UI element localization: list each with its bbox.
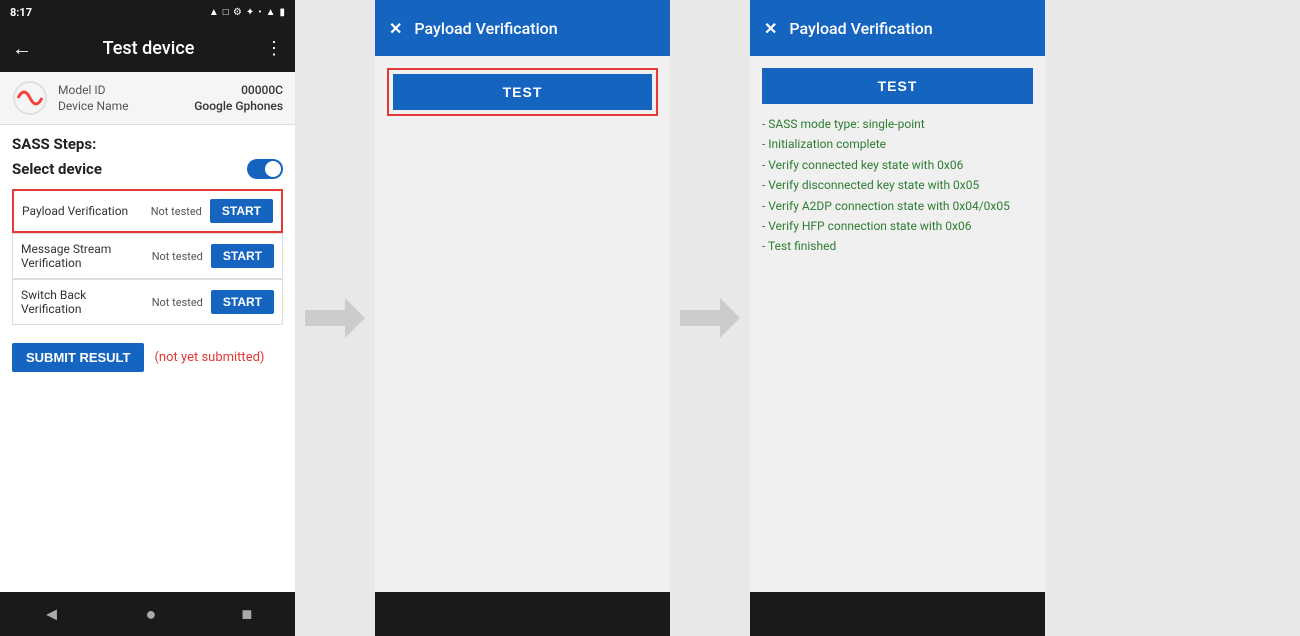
arrow-right-icon-2 (680, 298, 740, 338)
step-status-message: Not tested (152, 250, 203, 263)
result-line-3: - Verify connected key state with 0x06 (762, 155, 1033, 175)
step-name-message: Message Stream Verification (21, 242, 144, 270)
menu-button[interactable]: ⋮ (265, 38, 283, 59)
back-nav-icon[interactable]: ◄ (43, 604, 61, 625)
device-info: Model ID 00000C Device Name Google Gphon… (0, 72, 295, 125)
submit-section: SUBMIT RESULT (not yet submitted) (0, 329, 295, 386)
step-status-payload: Not tested (151, 205, 202, 218)
dialog-nav-bar-2 (750, 592, 1045, 636)
dialog-title-1: Payload Verification (414, 19, 557, 38)
start-button-message[interactable]: START (211, 244, 274, 268)
star-icon: ✦ (246, 7, 254, 18)
battery-icon: ▮ (279, 7, 285, 18)
arrow-1 (295, 0, 375, 636)
phone-screen: 8:17 ▲ □ ⚙ ✦ • ▲ ▮ ← Test device ⋮ Model… (0, 0, 295, 636)
result-line-1: - SASS mode type: single-point (762, 114, 1033, 134)
result-line-5: - Verify A2DP connection state with 0x04… (762, 196, 1033, 216)
dialog-header-2: ✕ Payload Verification (750, 0, 1045, 56)
wifi-icon: ▲ (209, 7, 219, 18)
nav-bar: ◄ ● ■ (0, 592, 295, 636)
select-device-label: Select device (12, 160, 102, 178)
sass-steps-title: SASS Steps: (12, 135, 283, 153)
dialog-content-1: TEST (375, 56, 670, 592)
result-line-7: - Test finished (762, 236, 1033, 256)
settings-icon: ⚙ (233, 7, 242, 18)
select-device-toggle[interactable] (247, 159, 283, 179)
result-line-4: - Verify disconnected key state with 0x0… (762, 175, 1033, 195)
result-line-6: - Verify HFP connection state with 0x06 (762, 216, 1033, 236)
top-bar: ← Test device ⋮ (0, 24, 295, 72)
model-id-row: Model ID 00000C (58, 82, 283, 98)
test-button-1[interactable]: TEST (393, 74, 652, 110)
dialog-screen-1: ✕ Payload Verification TEST (375, 0, 670, 636)
test-button-wrapper-1: TEST (387, 68, 658, 116)
step-status-switch: Not tested (152, 296, 203, 309)
dot-icon: • (258, 7, 261, 18)
result-line-2: - Initialization complete (762, 134, 1033, 154)
arrow-right-icon-1 (305, 298, 365, 338)
test-button-2[interactable]: TEST (762, 68, 1033, 104)
start-button-switch[interactable]: START (211, 290, 274, 314)
dialog-close-button-1[interactable]: ✕ (389, 19, 402, 38)
test-button-wrapper-2: TEST (762, 68, 1033, 104)
status-bar: 8:17 ▲ □ ⚙ ✦ • ▲ ▮ (0, 0, 295, 24)
dialog-title-2: Payload Verification (789, 19, 932, 38)
step-name-switch: Switch Back Verification (21, 288, 144, 316)
step-row-payload: Payload Verification Not tested START (12, 189, 283, 233)
step-row-message: Message Stream Verification Not tested S… (12, 233, 283, 279)
wifi-signal-icon: ▲ (266, 7, 276, 18)
submit-result-button[interactable]: SUBMIT RESULT (12, 343, 144, 372)
dialog-content-2: TEST - SASS mode type: single-point - In… (750, 56, 1045, 592)
result-text: - SASS mode type: single-point - Initial… (762, 114, 1033, 257)
model-id-label: Model ID (58, 83, 105, 97)
sass-logo-icon (12, 80, 48, 116)
dialog-nav-bar-1 (375, 592, 670, 636)
device-name-value: Google Gphones (194, 99, 283, 113)
start-button-payload[interactable]: START (210, 199, 273, 223)
message-icon: □ (223, 7, 229, 18)
toggle-knob (265, 161, 281, 177)
submit-status: (not yet submitted) (154, 350, 264, 365)
dialog-close-button-2[interactable]: ✕ (764, 19, 777, 38)
sass-steps-section: SASS Steps: Select device Payload Verifi… (0, 125, 295, 329)
model-id-value: 00000C (241, 83, 283, 97)
step-row-switch: Switch Back Verification Not tested STAR… (12, 279, 283, 325)
back-button[interactable]: ← (12, 36, 32, 61)
select-device-row: Select device (12, 159, 283, 179)
steps-list: Payload Verification Not tested START Me… (12, 189, 283, 325)
device-fields: Model ID 00000C Device Name Google Gphon… (58, 82, 283, 114)
device-name-row: Device Name Google Gphones (58, 98, 283, 114)
recent-nav-icon[interactable]: ■ (242, 604, 253, 625)
arrow-2 (670, 0, 750, 636)
dialog-header-1: ✕ Payload Verification (375, 0, 670, 56)
dialog-screen-2: ✕ Payload Verification TEST - SASS mode … (750, 0, 1045, 636)
page-title: Test device (103, 38, 195, 59)
step-name-payload: Payload Verification (22, 204, 143, 218)
home-nav-icon[interactable]: ● (146, 604, 157, 625)
status-time: 8:17 (10, 6, 32, 19)
device-name-label: Device Name (58, 99, 129, 113)
status-icons: ▲ □ ⚙ ✦ • ▲ ▮ (209, 7, 285, 18)
